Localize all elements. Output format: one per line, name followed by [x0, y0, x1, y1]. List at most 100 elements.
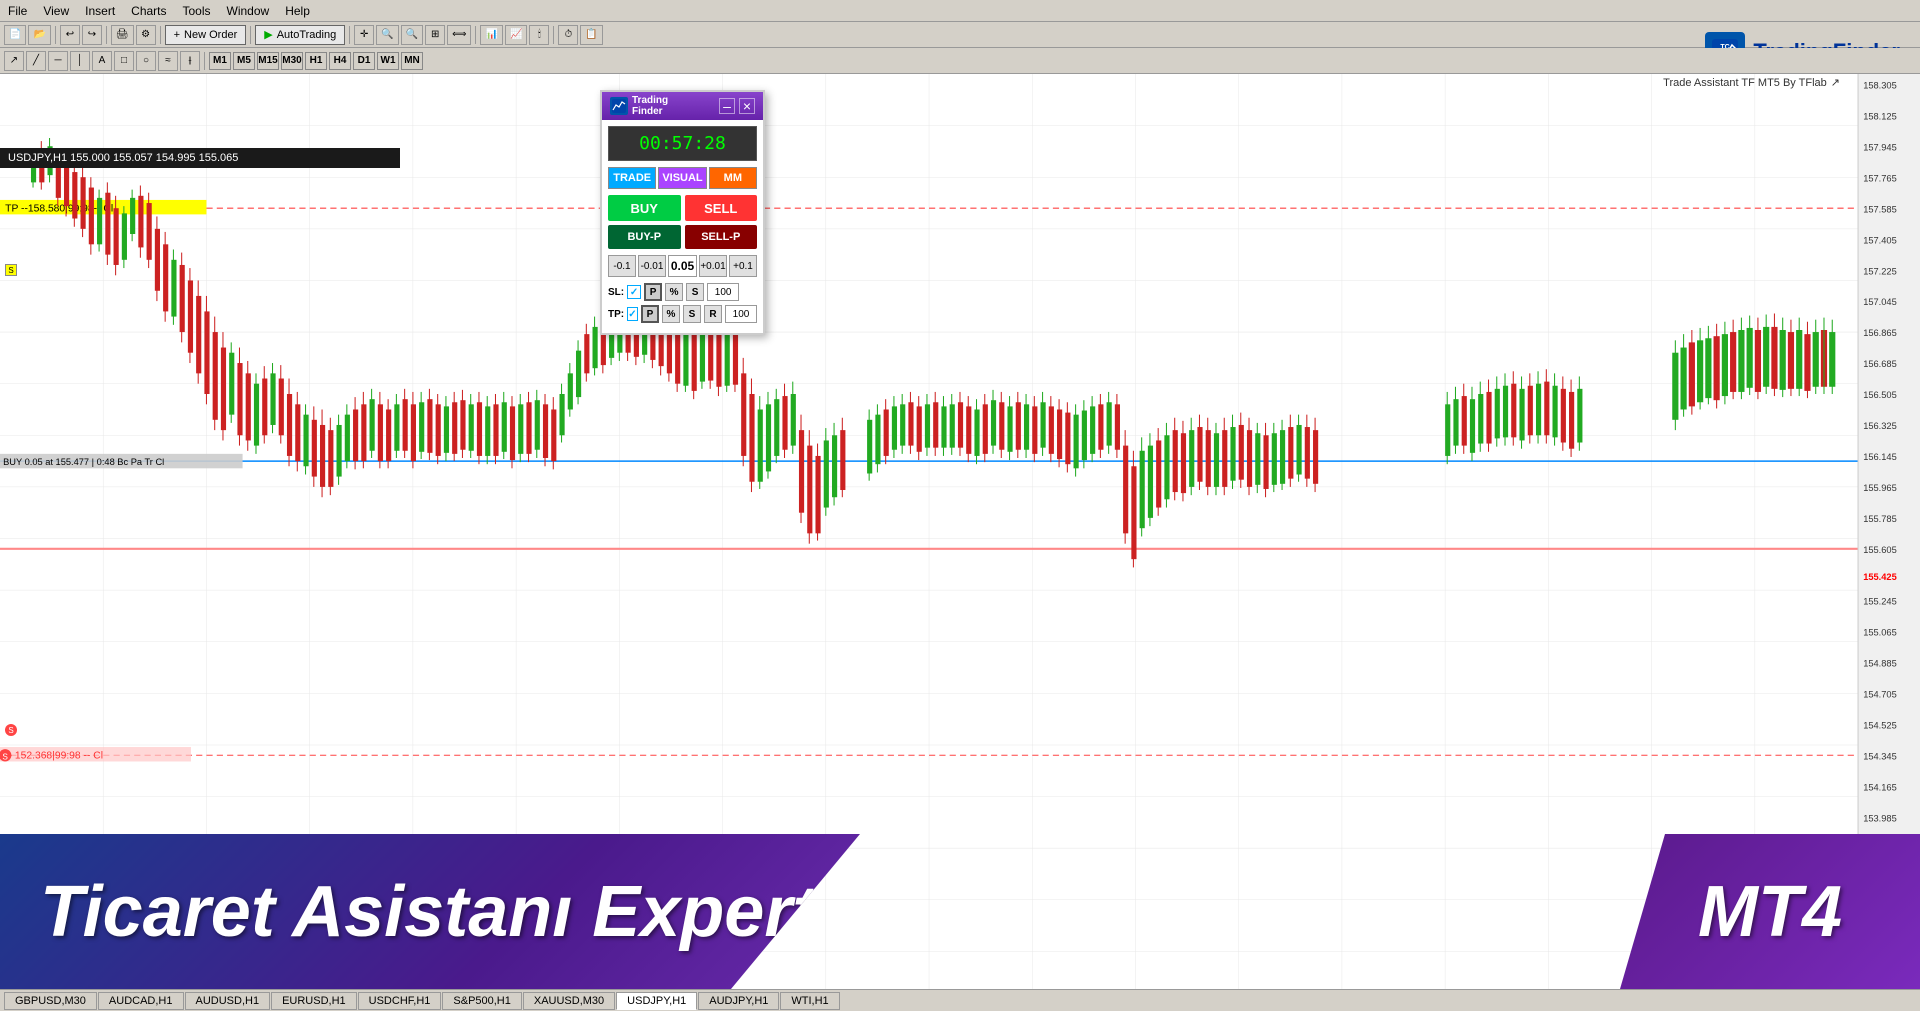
tab-xauusd-m30[interactable]: XAUUSD,M30 — [523, 992, 615, 1010]
widget-logo-icon — [610, 97, 628, 115]
props-btn[interactable]: ⚙ — [136, 25, 156, 45]
banner-left: Ticaret Asistanı Expert — [0, 834, 860, 989]
tf-m30[interactable]: M30 — [281, 52, 303, 70]
tab-eurusd-h1[interactable]: EURUSD,H1 — [271, 992, 357, 1010]
sl-checkmark: ✓ — [630, 287, 638, 298]
auto-trading-label: AutoTrading — [277, 29, 337, 41]
menu-file[interactable]: File — [0, 2, 35, 20]
zoom-fit-btn[interactable]: ⊞ — [425, 25, 445, 45]
draw-text[interactable]: A — [92, 51, 112, 71]
tf-h1[interactable]: H1 — [305, 52, 327, 70]
new-order-button[interactable]: + New Order — [165, 25, 247, 45]
new-order-label: New Order — [184, 29, 237, 41]
draw-vline[interactable]: │ — [70, 51, 90, 71]
menu-view[interactable]: View — [35, 2, 77, 20]
sell-p-button[interactable]: SELL-P — [685, 225, 758, 249]
widget-close-button[interactable]: × — [739, 98, 755, 114]
bar-btn[interactable]: 📈 — [505, 25, 527, 45]
svg-text:156.865: 156.865 — [1863, 328, 1897, 338]
buy-p-button[interactable]: BUY-P — [608, 225, 681, 249]
svg-text:155.605: 155.605 — [1863, 545, 1897, 555]
auto-trading-button[interactable]: ▶ AutoTrading — [255, 25, 345, 45]
sl-value[interactable]: 100 — [707, 283, 739, 301]
tab-usdjpy-h1[interactable]: USDJPY,H1 — [616, 992, 697, 1010]
menu-help[interactable]: Help — [277, 2, 318, 20]
tp-checkbox[interactable]: ✓ — [627, 307, 638, 321]
tp-s-button[interactable]: S — [683, 305, 701, 323]
tf-mn[interactable]: MN — [401, 52, 423, 70]
tp-value[interactable]: 100 — [725, 305, 757, 323]
buy-button[interactable]: BUY — [608, 195, 681, 221]
trade-assistant-label: Trade Assistant TF MT5 By TFlab ↗ — [1663, 76, 1840, 89]
new-chart-btn[interactable]: 📄 — [4, 25, 26, 45]
sl-checkbox[interactable]: ✓ — [627, 285, 641, 299]
svg-text:155.245: 155.245 — [1863, 597, 1897, 607]
draw-line[interactable]: ╱ — [26, 51, 46, 71]
sep1 — [55, 26, 56, 44]
draw-channel[interactable]: ⫲ — [180, 51, 200, 71]
tab-sp500-h1[interactable]: S&P500,H1 — [442, 992, 521, 1010]
menu-window[interactable]: Window — [219, 2, 278, 20]
tab-mm[interactable]: MM — [709, 167, 757, 189]
lot-plus-001-button[interactable]: +0.01 — [699, 255, 727, 277]
tab-gbpusd-m30[interactable]: GBPUSD,M30 — [4, 992, 97, 1010]
tab-audjpy-h1[interactable]: AUDJPY,H1 — [698, 992, 779, 1010]
tf-h4[interactable]: H4 — [329, 52, 351, 70]
tf-w1[interactable]: W1 — [377, 52, 399, 70]
menu-charts[interactable]: Charts — [123, 2, 174, 20]
tp-r-button[interactable]: R — [704, 305, 722, 323]
buy-sell-row: BUY SELL — [608, 195, 757, 221]
banner-right-text: MT4 — [1698, 871, 1842, 953]
period-btn[interactable]: ⏱ — [558, 25, 578, 45]
draw-hline[interactable]: ─ — [48, 51, 68, 71]
menu-tools[interactable]: Tools — [175, 2, 219, 20]
undo-btn[interactable]: ↩ — [60, 25, 80, 45]
crosshair-btn[interactable]: ✛ — [354, 25, 374, 45]
tp-row: TP: ✓ P % S R 100 — [608, 305, 757, 323]
draw-ellipse[interactable]: ○ — [136, 51, 156, 71]
sep2 — [106, 26, 107, 44]
menu-bar: File View Insert Charts Tools Window Hel… — [0, 0, 1920, 22]
tp-p-button[interactable]: P — [641, 305, 659, 323]
tf-d1[interactable]: D1 — [353, 52, 375, 70]
tab-audcad-h1[interactable]: AUDCAD,H1 — [98, 992, 184, 1010]
tab-usdchf-h1[interactable]: USDCHF,H1 — [358, 992, 442, 1010]
tf-m5[interactable]: M5 — [233, 52, 255, 70]
zoom-in-btn[interactable]: 🔍 — [376, 25, 398, 45]
line-btn[interactable]: 📊 — [480, 25, 502, 45]
widget-minimize-button[interactable]: – — [719, 98, 735, 114]
print-btn[interactable]: 🖨 — [111, 25, 134, 45]
zoom-out-btn[interactable]: 🔍 — [401, 25, 423, 45]
tab-trade[interactable]: TRADE — [608, 167, 656, 189]
lot-minus-001-button[interactable]: -0.01 — [638, 255, 666, 277]
sl-s-button[interactable]: S — [686, 283, 704, 301]
tab-audusd-h1[interactable]: AUDUSD,H1 — [185, 992, 271, 1010]
tmpl-btn[interactable]: 📋 — [580, 25, 602, 45]
scroll-btn[interactable]: ⟺ — [447, 25, 471, 45]
lot-minus-01-button[interactable]: -0.1 — [608, 255, 636, 277]
tab-visual[interactable]: VISUAL — [658, 167, 706, 189]
bottom-tabs: GBPUSD,M30 AUDCAD,H1 AUDUSD,H1 EURUSD,H1… — [0, 989, 1920, 1011]
lot-plus-01-button[interactable]: +0.1 — [729, 255, 757, 277]
redo-btn[interactable]: ↪ — [82, 25, 102, 45]
tp-pct-button[interactable]: % — [662, 305, 680, 323]
tf-m1[interactable]: M1 — [209, 52, 231, 70]
svg-text:-- 152.368|99:98 -- Cl: -- 152.368|99:98 -- Cl — [5, 750, 103, 761]
draw-fib[interactable]: ≈ — [158, 51, 178, 71]
menu-insert[interactable]: Insert — [77, 2, 123, 20]
open-btn[interactable]: 📂 — [28, 25, 50, 45]
svg-text:155.785: 155.785 — [1863, 514, 1897, 524]
candle-btn[interactable]: 🕯 — [529, 25, 549, 45]
draw-arrow[interactable]: ↗ — [4, 51, 24, 71]
tab-wti-h1[interactable]: WTI,H1 — [780, 992, 839, 1010]
tf-m15[interactable]: M15 — [257, 52, 279, 70]
sl-p-button[interactable]: P — [644, 283, 662, 301]
draw-rect[interactable]: □ — [114, 51, 134, 71]
sell-button[interactable]: SELL — [685, 195, 758, 221]
lot-value-display[interactable]: 0.05 — [668, 255, 697, 277]
trade-assistant-icon: ↗ — [1831, 76, 1840, 89]
sl-pct-button[interactable]: % — [665, 283, 683, 301]
svg-text:154.705: 154.705 — [1863, 689, 1897, 699]
new-order-icon: + — [174, 29, 180, 41]
widget-panel: Trading Finder – × 00:57:28 TRADE VISUAL… — [600, 90, 765, 335]
